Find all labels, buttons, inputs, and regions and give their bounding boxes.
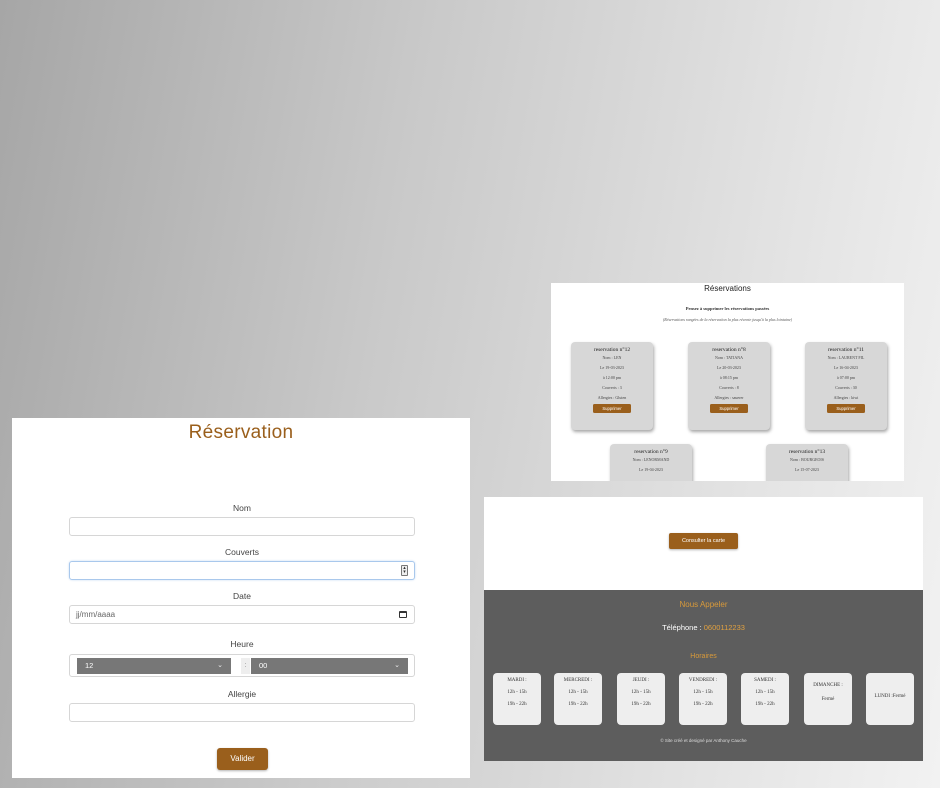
reservation-date: Le 19-03-2023 xyxy=(600,365,624,370)
reservation-card: reservation n°12 Nom : LEN Le 19-03-2023… xyxy=(571,342,653,430)
allergy-label: Allergie xyxy=(227,689,257,699)
reservation-allergies: Allergies : Gluten xyxy=(597,395,627,400)
reservation-name: Nom : LAURENT FIL xyxy=(827,355,865,360)
footer-section: Nous Appeler Téléphone : 0600112233 Hora… xyxy=(484,590,923,761)
day-slot: Fermé xyxy=(821,697,835,702)
day-slot: 12h - 15h xyxy=(631,690,651,695)
allergy-input[interactable] xyxy=(69,703,415,722)
calendar-icon[interactable] xyxy=(399,611,407,618)
copyright: © Site créé et designé par Anthony Cauch… xyxy=(660,738,747,743)
day-card-dimanche: DIMANCHE : Fermé xyxy=(804,673,852,725)
reservation-card: reservation n°8 Nom : TATIANA Le 20-03-2… xyxy=(688,342,770,430)
reservation-number: reservation n°8 xyxy=(712,347,746,353)
reservation-allergies: Allergies : kiwi xyxy=(833,395,859,400)
day-slot: 19h - 22h xyxy=(568,702,588,707)
submit-button[interactable]: Valider xyxy=(217,748,268,770)
day-slot: 19h - 22h xyxy=(507,702,527,707)
reservation-card: reservation n°9 Nom : LENORMAND Le 19-04… xyxy=(610,444,692,481)
day-card-vendredi: VENDREDI : 12h - 15h 19h - 22h xyxy=(679,673,727,725)
date-label: Date xyxy=(233,591,251,601)
covers-label: Couverts xyxy=(224,547,259,557)
hours-heading: Horaires xyxy=(690,653,717,660)
day-card-lundi: LUNDI :Fermé xyxy=(866,673,914,725)
day-slot: 12h - 15h xyxy=(755,690,775,695)
reservation-number: reservation n°13 xyxy=(788,449,826,455)
reservation-date: Le 19-04-2023 xyxy=(639,467,663,472)
delete-button[interactable]: Supprimer xyxy=(827,404,865,413)
day-slot: 12h - 15h xyxy=(507,690,527,695)
phone-number[interactable]: 0600112233 xyxy=(704,623,745,632)
reservation-covers: Couverts : 8 xyxy=(719,385,739,390)
reservation-name: Nom : LEN xyxy=(602,355,622,360)
reservation-allergies: Allergies : sauerer xyxy=(714,395,744,400)
view-menu-button[interactable]: Consulter la carte xyxy=(669,533,738,549)
reservation-name: Nom : TATIANA xyxy=(714,355,744,360)
reservation-date: Le 15-07-2023 xyxy=(795,467,819,472)
day-name: MERCREDI : xyxy=(563,678,593,683)
reservation-covers: Couverts : 30 xyxy=(835,385,857,390)
reservation-time: à 12:00 pm xyxy=(603,375,621,380)
reservation-covers: Couverts : 3 xyxy=(602,385,622,390)
minute-select[interactable]: 00 ⌄ xyxy=(251,658,408,674)
day-card-jeudi: JEUDI : 12h - 15h 19h - 22h xyxy=(617,673,665,725)
name-label: Nom xyxy=(233,503,251,513)
form-title: Réservation xyxy=(188,422,294,443)
reservations-note: (Réservations rangées de la réservation … xyxy=(662,317,793,322)
delete-button[interactable]: Supprimer xyxy=(710,404,748,413)
footer-panel: Consulter la carte Nous Appeler Téléphon… xyxy=(484,497,923,761)
time-picker: 12 ⌄ : 00 ⌄ xyxy=(69,654,415,677)
day-slot: 19h - 22h xyxy=(631,702,651,707)
delete-button[interactable]: Supprimer xyxy=(593,404,631,413)
date-placeholder: jj/mm/aaaa xyxy=(76,610,116,619)
reservations-subtitle: Pensez à supprimer les réservations pass… xyxy=(685,306,770,311)
call-heading: Nous Appeler xyxy=(679,600,728,609)
minute-value: 00 xyxy=(259,661,268,670)
hour-value: 12 xyxy=(85,661,94,670)
day-name: DIMANCHE : xyxy=(813,683,843,688)
chevron-down-icon: ⌄ xyxy=(217,662,223,669)
day-card-mercredi: MERCREDI : 12h - 15h 19h - 22h xyxy=(554,673,602,725)
phone-line: Téléphone : 0600112233 xyxy=(484,623,923,632)
reservation-number: reservation n°9 xyxy=(634,449,668,455)
reservations-panel: Réservations Pensez à supprimer les rése… xyxy=(551,283,904,481)
reservation-card: reservation n°13 Nom : BOURGEOIS Le 15-0… xyxy=(766,444,848,481)
day-name: MARDI : xyxy=(507,678,527,683)
reservation-number: reservation n°11 xyxy=(827,347,865,353)
day-card-mardi: MARDI : 12h - 15h 19h - 22h xyxy=(493,673,541,725)
chevron-down-icon: ⌄ xyxy=(394,662,400,669)
reservation-name: Nom : LENORMAND xyxy=(632,457,670,462)
reservation-time: à 08:15 pm xyxy=(720,375,738,380)
day-slot: 12h - 15h xyxy=(568,690,588,695)
day-slot: 12h - 15h xyxy=(693,690,713,695)
reservation-name: Nom : BOURGEOIS xyxy=(789,457,824,462)
date-input[interactable]: jj/mm/aaaa xyxy=(69,605,415,624)
day-card-samedi: SAMEDI : 12h - 15h 19h - 22h xyxy=(741,673,789,725)
time-separator: : xyxy=(241,658,250,674)
reservation-card: reservation n°11 Nom : LAURENT FIL Le 16… xyxy=(805,342,887,430)
day-slot: 19h - 22h xyxy=(755,702,775,707)
reservation-number: reservation n°12 xyxy=(593,347,631,353)
day-name: SAMEDI : xyxy=(754,678,776,683)
day-name: JEUDI : xyxy=(632,678,650,683)
reservation-form-panel: Réservation Nom Couverts ▴ ▾ Date jj/mm/a… xyxy=(12,418,470,778)
reservation-date: Le 16-04-2023 xyxy=(834,365,858,370)
day-name: LUNDI :Fermé xyxy=(874,694,906,699)
reservation-date: Le 20-03-2023 xyxy=(717,365,741,370)
time-label: Heure xyxy=(230,639,254,649)
spinner-icon[interactable]: ▴ ▾ xyxy=(401,565,408,576)
day-name: VENDREDI : xyxy=(688,678,718,683)
reservations-title: Réservations xyxy=(704,284,751,293)
hour-select[interactable]: 12 ⌄ xyxy=(77,658,231,674)
covers-input[interactable]: ▴ ▾ xyxy=(69,561,415,580)
reservation-time: à 07:00 pm xyxy=(837,375,855,380)
name-input[interactable] xyxy=(69,517,415,536)
day-slot: 19h - 22h xyxy=(693,702,713,707)
phone-label: Téléphone : xyxy=(662,623,704,632)
